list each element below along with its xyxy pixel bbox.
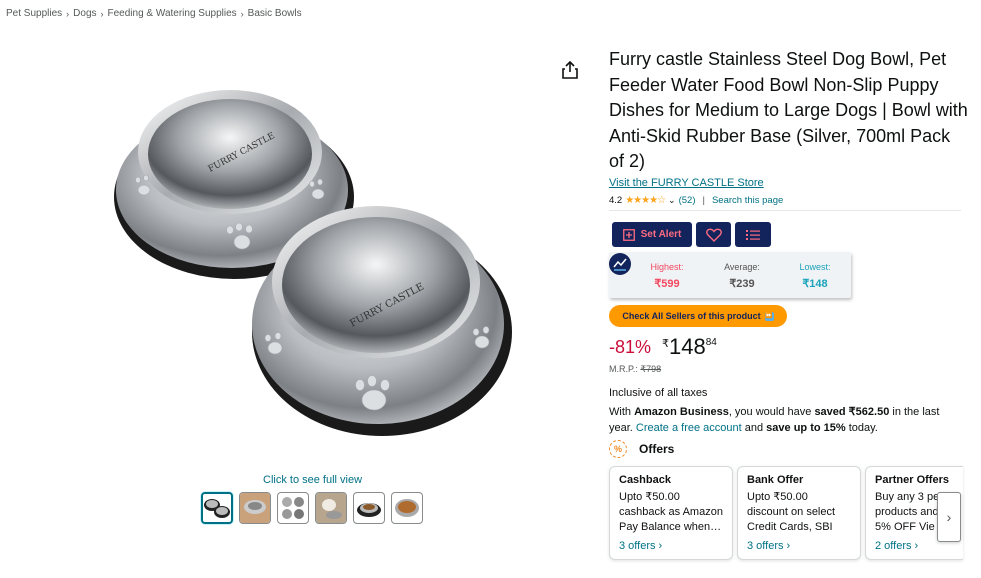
- store-link[interactable]: Visit the FURRY CASTLE Store: [609, 177, 764, 189]
- review-count-link[interactable]: (52): [679, 195, 696, 206]
- dog-eating-thumbnail-icon: [316, 493, 346, 523]
- offer-card-link[interactable]: 3 offers ›: [747, 540, 851, 552]
- list-icon: [746, 229, 760, 240]
- chart-trend-icon: [613, 258, 627, 271]
- business-saved-amount: saved ₹562.50: [814, 406, 890, 418]
- heart-icon: [705, 228, 722, 242]
- share-icon-svg: [562, 60, 578, 79]
- business-prefix: With: [609, 406, 635, 418]
- business-and: and: [741, 422, 767, 434]
- business-end: today.: [845, 422, 878, 434]
- mrp-label: M.R.P.:: [609, 364, 638, 374]
- check-all-sellers-button[interactable]: Check All Sellers of this product ⏩: [609, 305, 787, 327]
- highest-price-label: Highest:: [650, 262, 684, 272]
- average-price-value: ₹239: [729, 278, 755, 290]
- set-alert-label: Set Alert: [640, 229, 682, 240]
- search-this-page-link[interactable]: Search this page: [712, 195, 783, 206]
- thumbnail-5[interactable]: [353, 492, 385, 524]
- set-alert-button[interactable]: Set Alert: [612, 222, 692, 247]
- breadcrumb-separator: ›: [100, 8, 104, 19]
- thumbnail-4[interactable]: [315, 492, 347, 524]
- offers-title: Offers: [639, 442, 675, 456]
- see-full-view-link[interactable]: Click to see full view: [263, 474, 362, 486]
- star-rating-icon[interactable]: ★★★★☆: [625, 195, 666, 206]
- offer-card-cashback[interactable]: Cashback Upto ₹50.00 cashback as Amazon …: [609, 466, 733, 560]
- breadcrumb-dogs[interactable]: Dogs: [73, 8, 96, 19]
- price-fraction: 84: [705, 337, 717, 348]
- bowl-thumbnail-icon: [204, 499, 230, 518]
- price-whole: 148: [669, 334, 706, 359]
- list-button[interactable]: [735, 222, 771, 247]
- offers-header: % Offers: [609, 440, 674, 458]
- breadcrumb-separator: ›: [240, 8, 244, 19]
- breadcrumb-feeding-watering[interactable]: Feeding & Watering Supplies: [108, 8, 237, 19]
- bowl-kibble-thumbnail-icon: [395, 499, 419, 517]
- offers-percent-icon: %: [609, 440, 627, 458]
- main-product-image[interactable]: FURRY CASTLE FURRY CASTLE: [112, 72, 516, 440]
- mrp: M.R.P.: ₹798: [609, 364, 661, 375]
- bowl-food-thumbnail-icon: [357, 503, 381, 517]
- bowl-image-svg: FURRY CASTLE FURRY CASTLE: [114, 90, 512, 436]
- divider: [609, 210, 961, 211]
- divider: |: [702, 195, 705, 206]
- offer-card-title: Bank Offer: [747, 474, 804, 486]
- amazon-business-label: Amazon Business: [634, 406, 729, 418]
- share-icon[interactable]: [561, 60, 579, 80]
- mrp-value: ₹798: [640, 364, 662, 374]
- business-mid: , you would have: [728, 406, 815, 418]
- offer-card-description: Upto ₹50.00 discount on select Credit Ca…: [747, 491, 836, 533]
- chevron-right-icon: ›: [946, 509, 952, 525]
- thumbnail-strip: [201, 492, 423, 524]
- bowl-features-thumbnail-icon: [282, 497, 304, 519]
- offer-card-title: Partner Offers: [875, 474, 949, 486]
- product-title: Furry castle Stainless Steel Dog Bowl, P…: [609, 49, 968, 171]
- wishlist-button[interactable]: [696, 222, 731, 247]
- check-all-sellers-label: Check All Sellers of this product: [622, 311, 761, 321]
- business-savings-text: With Amazon Business, you would have sav…: [609, 404, 961, 436]
- lowest-price-label: Lowest:: [799, 262, 831, 272]
- lowest-price: Lowest: ₹148: [785, 262, 845, 290]
- average-price-label: Average:: [724, 262, 760, 272]
- bowl-lifestyle-thumbnail-icon: [240, 493, 270, 523]
- discount-percentage: -81%: [609, 337, 652, 357]
- thumbnail-2[interactable]: [239, 492, 271, 524]
- rating-row: 4.2 ★★★★☆ ⌄ (52) | Search this page: [609, 195, 783, 206]
- price-tracker-icon[interactable]: [609, 253, 631, 275]
- fast-forward-icon: ⏩: [764, 311, 774, 321]
- breadcrumb-basic-bowls[interactable]: Basic Bowls: [248, 8, 302, 19]
- thumbnail-1[interactable]: [201, 492, 233, 524]
- carousel-next-button[interactable]: ›: [937, 492, 961, 542]
- tax-note: Inclusive of all taxes: [609, 387, 708, 399]
- breadcrumb-pet-supplies[interactable]: Pet Supplies: [6, 8, 62, 19]
- create-account-link[interactable]: Create a free account: [636, 422, 742, 434]
- lowest-price-value: ₹148: [802, 278, 828, 290]
- price-currency: ₹: [662, 338, 669, 350]
- highest-price: Highest: ₹599: [637, 262, 697, 290]
- offer-card-title: Cashback: [619, 474, 671, 486]
- rating-value: 4.2: [609, 195, 623, 206]
- business-save-up: save up to 15%: [766, 422, 846, 434]
- highest-price-value: ₹599: [654, 278, 680, 290]
- breadcrumb: Pet Supplies › Dogs › Feeding & Watering…: [6, 8, 302, 19]
- price: ₹ 148 84: [662, 334, 717, 360]
- breadcrumb-separator: ›: [66, 8, 70, 19]
- offer-card-bank-offer[interactable]: Bank Offer Upto ₹50.00 discount on selec…: [737, 466, 861, 560]
- thumbnail-6[interactable]: [391, 492, 423, 524]
- plus-square-icon: [622, 228, 635, 241]
- offer-card-description: Upto ₹50.00 cashback as Amazon Pay Balan…: [619, 491, 723, 533]
- thumbnail-3[interactable]: [277, 492, 309, 524]
- average-price: Average: ₹239: [712, 262, 772, 290]
- offer-card-link[interactable]: 3 offers ›: [619, 540, 723, 552]
- chevron-down-icon[interactable]: ⌄: [668, 195, 676, 206]
